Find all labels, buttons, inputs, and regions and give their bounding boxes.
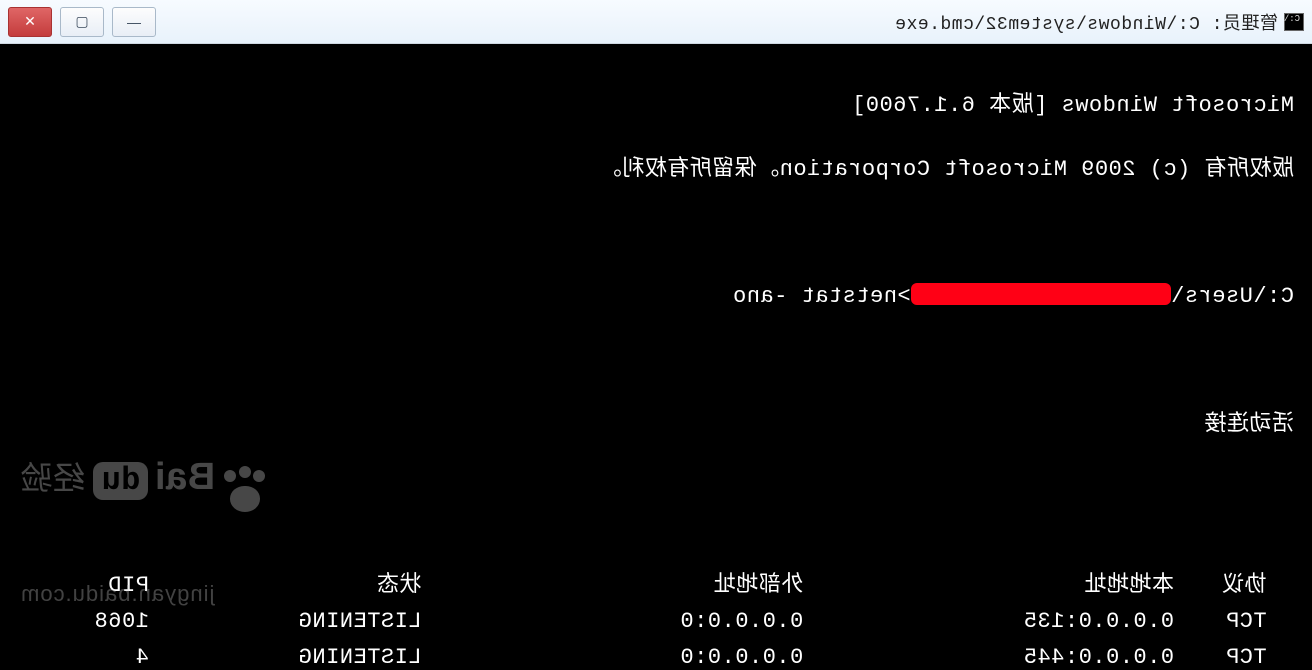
cell-remote: 0.0.0.0:0: [422, 640, 804, 670]
col-pid: PID: [18, 568, 149, 604]
prompt-command: >netstat -ano: [733, 284, 911, 309]
cell-state: LISTENING: [149, 604, 422, 640]
terminal-output[interactable]: Microsoft Windows [版本 6.1.7600] 版权所有 (c)…: [0, 44, 1312, 670]
cell-pid: 1068: [18, 604, 149, 640]
col-proto: 协议: [1174, 568, 1294, 604]
cell-local: 0.0.0.0:445: [803, 640, 1174, 670]
window-controls: — ▢ ✕: [8, 7, 156, 37]
col-state: 状态: [149, 568, 422, 604]
maximize-icon: ▢: [75, 13, 88, 30]
cell-remote: 0.0.0.0:0: [422, 604, 804, 640]
cell-pid: 4: [18, 640, 149, 670]
window-titlebar: C:\ 管理员: C:\Windows\system32\cmd.exe — ▢…: [0, 0, 1312, 44]
netstat-header-row: 协议 本地地址 外部地址 状态 PID: [18, 568, 1294, 604]
section-title: 活动连接: [18, 409, 1294, 441]
maximize-button[interactable]: ▢: [60, 7, 104, 37]
netstat-table: 协议 本地地址 外部地址 状态 PID TCP0.0.0.0:1350.0.0.…: [18, 568, 1294, 670]
blank-line: [18, 345, 1294, 377]
table-row: TCP0.0.0.0:1350.0.0.0:0LISTENING1068: [18, 604, 1294, 640]
minimize-button[interactable]: —: [112, 7, 156, 37]
cell-state: LISTENING: [149, 640, 422, 670]
blank-line: [18, 473, 1294, 505]
close-button[interactable]: ✕: [8, 7, 52, 37]
cell-local: 0.0.0.0:135: [803, 604, 1174, 640]
title-left: C:\ 管理员: C:\Windows\system32\cmd.exe: [895, 9, 1304, 35]
minimize-icon: —: [127, 14, 141, 30]
blank-line: [18, 217, 1294, 249]
table-row: TCP0.0.0.0:4450.0.0.0:0LISTENING4: [18, 640, 1294, 670]
os-version-line: Microsoft Windows [版本 6.1.7600]: [18, 90, 1294, 122]
prompt-prefix: C:\Users\: [1171, 284, 1294, 309]
cell-proto: TCP: [1174, 604, 1294, 640]
cmd-icon: C:\: [1284, 13, 1304, 31]
cell-proto: TCP: [1174, 640, 1294, 670]
close-icon: ✕: [24, 13, 36, 30]
col-remote: 外部地址: [422, 568, 804, 604]
col-local: 本地地址: [803, 568, 1174, 604]
prompt-line: C:\Users\ >netstat -ano: [18, 281, 1294, 313]
copyright-line: 版权所有 (c) 2009 Microsoft Corporation。保留所有…: [18, 154, 1294, 186]
window-title: 管理员: C:\Windows\system32\cmd.exe: [895, 9, 1278, 35]
redacted-username: [911, 283, 1171, 305]
